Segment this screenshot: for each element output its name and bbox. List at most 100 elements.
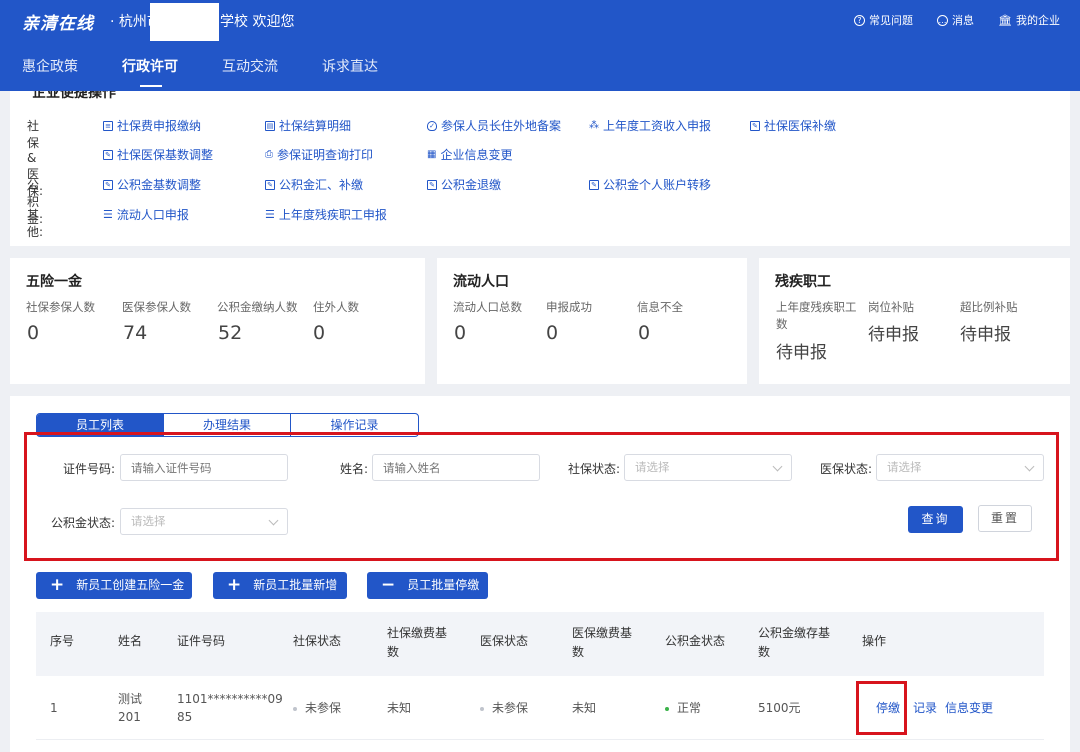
- help-link[interactable]: ? 常见问题: [854, 12, 913, 28]
- stat-label-line: 上年度残疾职工: [776, 300, 857, 314]
- edit-icon: ✎: [589, 179, 599, 190]
- nav-policy[interactable]: 惠企政策: [0, 56, 100, 91]
- link-hf-account-transfer[interactable]: ✎ 公积金个人账户转移: [589, 176, 711, 193]
- cell-medical-status: 未参保: [480, 699, 528, 717]
- message-icon: …: [937, 14, 949, 26]
- link-residence-filing[interactable]: ✓ 参保人员长住外地备案: [427, 117, 561, 134]
- link-hf-base-adjust[interactable]: ✎ 公积金基数调整: [103, 176, 201, 193]
- link-label: 参保人员长住外地备案: [441, 119, 562, 133]
- chevron-down-icon: [268, 515, 279, 526]
- stop-payment-link[interactable]: 停缴: [876, 699, 900, 716]
- stat-value: 0: [638, 322, 651, 344]
- select-placeholder: 请选择: [887, 460, 922, 474]
- link-salary-declare[interactable]: ⁂ 上年度工资收入申报: [589, 117, 711, 134]
- batch-add-button[interactable]: + 新员工批量新增: [213, 572, 347, 599]
- stat-label: 超比例补贴: [960, 300, 1018, 314]
- link-proof-print[interactable]: ⎙ 参保证明查询打印: [265, 146, 373, 163]
- link-disabled-worker-declare[interactable]: ☰ 上年度残疾职工申报: [265, 206, 387, 223]
- stat-value: 待申报: [868, 325, 919, 345]
- link-label: 公积金汇、补缴: [279, 178, 364, 192]
- link-label: 社保医保补缴: [764, 119, 837, 133]
- link-social-back-pay[interactable]: ✎ 社保医保补缴: [750, 117, 836, 134]
- create-insurance-button[interactable]: + 新员工创建五险一金: [36, 572, 192, 599]
- name-input[interactable]: [372, 454, 540, 481]
- stat-title: 残疾职工: [775, 274, 831, 290]
- stat-value: 52: [218, 322, 243, 344]
- help-icon: ?: [854, 14, 866, 26]
- housing-fund-status-select[interactable]: 请选择: [120, 508, 288, 535]
- chevron-down-icon: [1024, 461, 1035, 472]
- stat-title: 流动人口: [453, 274, 509, 290]
- stat-value: 待申报: [960, 325, 1011, 345]
- reset-button[interactable]: 重置: [978, 505, 1032, 532]
- message-link[interactable]: … 消息: [937, 12, 974, 28]
- select-placeholder: 请选择: [131, 514, 166, 528]
- bar-chart-icon: ▦: [427, 149, 437, 160]
- select-placeholder: 请选择: [635, 460, 670, 474]
- top-links: ? 常见问题 … 消息 🏛 我的企业: [854, 12, 1060, 28]
- stat-label: 岗位补贴: [868, 300, 914, 314]
- col-header: 公积金状态: [665, 634, 726, 648]
- stat-label: 信息不全: [637, 300, 683, 314]
- chevron-down-icon: [772, 461, 783, 472]
- stat-card-insurance: 五险一金 社保参保人数 医保参保人数 公积金缴纳人数 住外人数 0 74 52 …: [10, 258, 425, 384]
- stat-label: 上年度残疾职工 数: [776, 299, 857, 333]
- cell-social-status: 未参保: [293, 699, 341, 717]
- main-nav: 惠企政策 行政许可 互动交流 诉求直达: [0, 56, 400, 91]
- col-header: 医保状态: [480, 634, 529, 648]
- link-label: 公积金基数调整: [117, 178, 202, 192]
- stat-title: 五险一金: [26, 274, 82, 290]
- brand-logo[interactable]: 亲清在线: [22, 9, 94, 34]
- nav-interaction[interactable]: 互动交流: [200, 56, 300, 91]
- stat-value: 74: [123, 322, 148, 344]
- document-icon: ▤: [265, 120, 275, 131]
- plus-icon: +: [227, 575, 242, 595]
- stat-label: 流动人口总数: [453, 300, 522, 314]
- org-chart-icon: ⁂: [589, 120, 599, 131]
- link-hf-remit[interactable]: ✎ 公积金汇、补缴: [265, 176, 363, 193]
- nav-admin-license[interactable]: 行政许可: [100, 56, 200, 91]
- info-change-link[interactable]: 信息变更: [945, 699, 993, 716]
- id-number-input[interactable]: [120, 454, 288, 481]
- col-header: 序号: [50, 634, 75, 648]
- cell-medical-base: 未知: [572, 701, 597, 715]
- cell-name: 测试 201: [118, 692, 143, 724]
- link-label: 社保结算明细: [279, 119, 352, 133]
- my-company-link[interactable]: 🏛 我的企业: [998, 12, 1060, 28]
- stat-value: 0: [313, 322, 326, 344]
- stat-label: 医保参保人数: [122, 300, 191, 314]
- list-icon: ☰: [103, 208, 113, 221]
- building-icon: 🏛: [998, 13, 1012, 27]
- stat-label: 社保参保人数: [26, 300, 95, 314]
- link-base-adjust[interactable]: ✎ 社保医保基数调整: [103, 146, 213, 163]
- minus-icon: −: [381, 575, 396, 595]
- stat-label: 申报成功: [546, 300, 592, 314]
- record-link[interactable]: 记录: [913, 699, 937, 716]
- batch-stop-button[interactable]: − 员工批量停缴: [367, 572, 488, 599]
- button-label: 新员工创建五险一金: [76, 578, 185, 592]
- col-header: 社保状态: [293, 634, 342, 648]
- stat-value: 待申报: [776, 343, 827, 363]
- link-label: 参保证明查询打印: [277, 148, 374, 162]
- table-header: 序号 姓名 证件号码 社保状态 社保缴费基数 医保状态 医保缴费基数 公积金状态…: [36, 612, 1044, 676]
- book-icon: ≡: [103, 120, 113, 131]
- stat-value: 0: [454, 322, 467, 344]
- social-status-select[interactable]: 请选择: [624, 454, 792, 481]
- employee-list-card: 员工列表 办理结果 操作记录 证件号码: 姓名: 社保状态: 请选择 医保状态:…: [10, 396, 1070, 752]
- filter-highlight-box: [24, 432, 1059, 561]
- button-label: 新员工批量新增: [253, 578, 338, 592]
- link-social-fee-declare[interactable]: ≡ 社保费申报缴纳: [103, 117, 201, 134]
- stat-value: 0: [546, 322, 559, 344]
- medical-status-select[interactable]: 请选择: [876, 454, 1044, 481]
- link-label: 社保费申报缴纳: [117, 119, 202, 133]
- link-floating-population[interactable]: ☰ 流动人口申报: [103, 206, 189, 223]
- col-header: 公积金缴存基数: [758, 626, 831, 659]
- link-social-settlement[interactable]: ▤ 社保结算明细: [265, 117, 351, 134]
- link-label: 公积金个人账户转移: [603, 178, 712, 192]
- link-hf-refund[interactable]: ✎ 公积金退缴: [427, 176, 501, 193]
- col-header: 社保缴费基数: [387, 626, 448, 659]
- query-button[interactable]: 查询: [908, 506, 963, 533]
- status-dot: [480, 706, 484, 711]
- nav-appeal[interactable]: 诉求直达: [300, 56, 400, 91]
- link-company-info-change[interactable]: ▦ 企业信息变更: [427, 146, 512, 163]
